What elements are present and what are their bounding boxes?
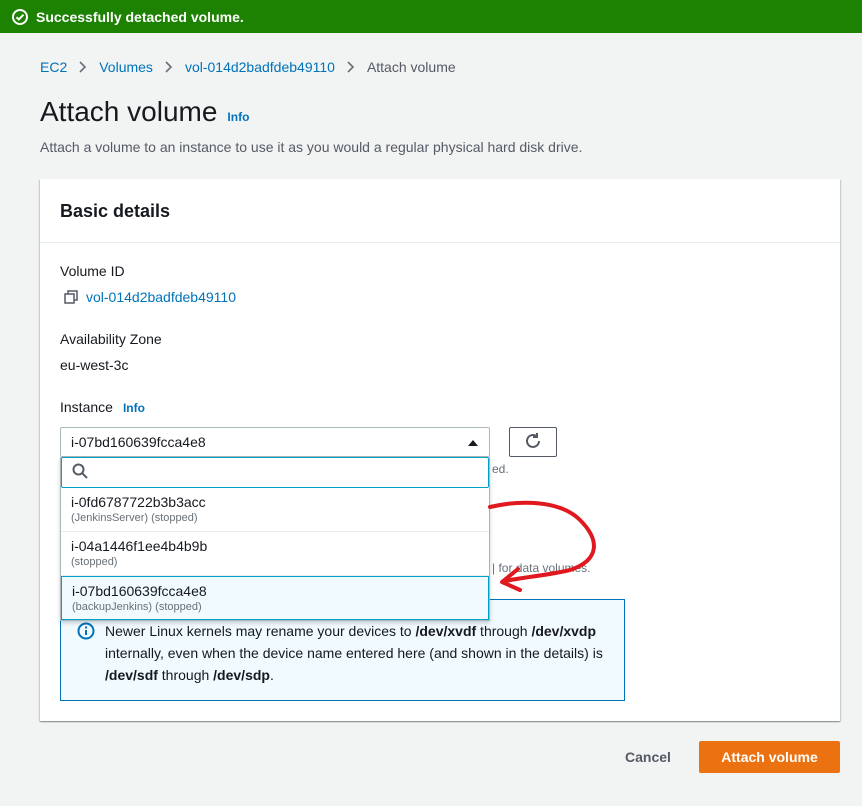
breadcrumb-volume-id[interactable]: vol-014d2badfdeb49110	[185, 59, 335, 75]
refresh-icon	[524, 432, 542, 453]
cancel-button[interactable]: Cancel	[625, 749, 671, 765]
breadcrumb-current: Attach volume	[366, 59, 456, 75]
breadcrumb-volumes[interactable]: Volumes	[99, 59, 153, 75]
instance-label-text: Instance	[60, 399, 113, 415]
instance-select-value: i-07bd160639fcca4e8	[71, 434, 206, 450]
alert-code: /dev/sdp	[213, 667, 270, 683]
red-arrow-annotation	[488, 500, 596, 592]
instance-hint-text: ed.	[492, 462, 509, 476]
flash-message: Successfully detached volume.	[36, 8, 244, 25]
alert-code: /dev/sdf	[105, 667, 158, 683]
page-title: Attach volume Info	[40, 96, 249, 128]
copy-icon[interactable]	[64, 290, 78, 304]
basic-details-panel: Basic details Volume ID vol-014d2badfdeb…	[40, 179, 840, 721]
chevron-right-icon	[347, 61, 355, 73]
instance-select[interactable]: i-07bd160639fcca4e8	[60, 427, 490, 457]
instance-search-input[interactable]	[94, 464, 474, 481]
caret-up-icon	[467, 434, 479, 450]
alert-text: through	[476, 623, 532, 639]
alert-text: internally, even when the device name en…	[105, 645, 603, 661]
availability-zone-label: Availability Zone	[60, 331, 162, 347]
volume-id-value[interactable]: vol-014d2badfdeb49110	[86, 289, 236, 305]
alert-message: Newer Linux kernels may rename your devi…	[105, 620, 605, 700]
page-title-text: Attach volume	[40, 96, 218, 127]
title-info-link[interactable]: Info	[227, 110, 249, 124]
alert-code: /dev/xvdp	[531, 623, 597, 639]
availability-zone-value: eu-west-3c	[60, 357, 129, 373]
option-id: i-04a1446f1ee4b4b9b	[71, 538, 208, 554]
check-circle-icon	[12, 8, 28, 25]
info-circle-icon	[77, 622, 95, 700]
instance-dropdown: i-0fd6787722b3b3acc (JenkinsServer) (sto…	[60, 457, 490, 621]
alert-text: through	[157, 667, 214, 683]
volume-id-link[interactable]: vol-014d2badfdeb49110	[64, 289, 236, 305]
instance-option-selected[interactable]: i-07bd160639fcca4e8 (backupJenkins) (sto…	[61, 576, 489, 620]
search-icon	[72, 463, 88, 482]
page-description: Attach a volume to an instance to use it…	[40, 139, 583, 155]
chevron-right-icon	[165, 61, 173, 73]
alert-text: .	[269, 667, 274, 683]
panel-header: Basic details	[40, 179, 840, 243]
breadcrumb-ec2[interactable]: EC2	[40, 59, 67, 75]
instance-label: Instance Info	[60, 399, 145, 415]
alert-code: /dev/xvdf	[415, 623, 477, 639]
instance-option[interactable]: i-04a1446f1ee4b4b9b (stopped)	[61, 532, 489, 576]
option-desc: (stopped)	[71, 556, 118, 568]
attach-volume-button[interactable]: Attach volume	[699, 741, 840, 773]
option-desc: (JenkinsServer) (stopped)	[71, 512, 198, 524]
chevron-right-icon	[79, 61, 87, 73]
alert-text: Newer Linux kernels may rename your devi…	[105, 623, 416, 639]
volume-id-label: Volume ID	[60, 263, 125, 279]
instance-info-link[interactable]: Info	[123, 401, 145, 415]
breadcrumb: EC2 Volumes vol-014d2badfdeb49110 Attach…	[40, 59, 456, 75]
instance-search-row[interactable]	[61, 457, 489, 488]
refresh-button[interactable]	[509, 427, 557, 457]
option-desc: (backupJenkins) (stopped)	[72, 601, 202, 613]
option-id: i-07bd160639fcca4e8	[72, 583, 207, 599]
option-id: i-0fd6787722b3b3acc	[71, 494, 206, 510]
success-flashbar: Successfully detached volume.	[0, 0, 862, 33]
instance-option[interactable]: i-0fd6787722b3b3acc (JenkinsServer) (sto…	[61, 488, 489, 532]
